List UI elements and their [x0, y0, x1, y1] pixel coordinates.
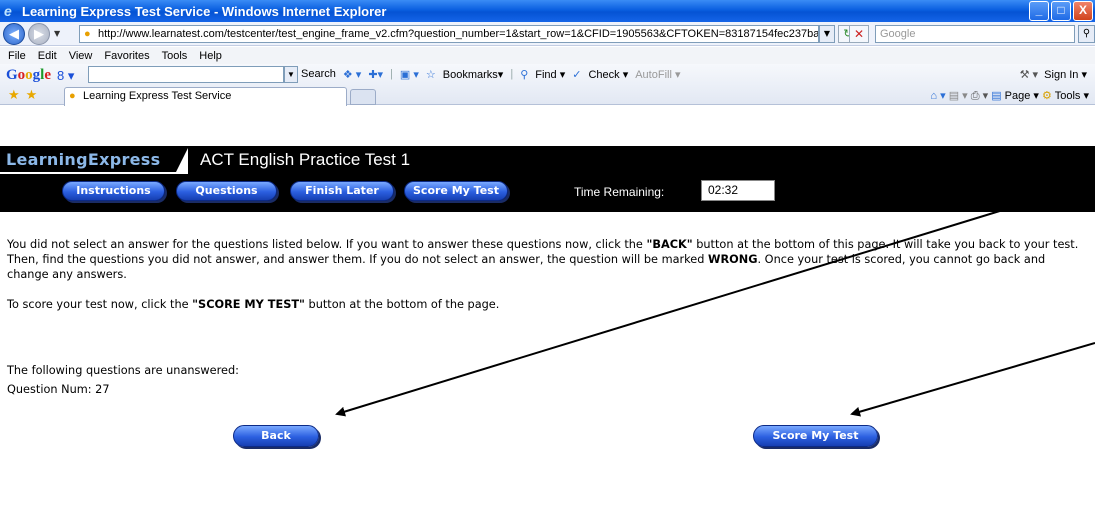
maximize-button[interactable]: □ [1051, 1, 1071, 21]
history-dropdown-icon[interactable]: ▼ [54, 29, 60, 38]
url-dropdown-button[interactable]: ▼ [819, 25, 835, 43]
tab-page-icon: ● [69, 90, 76, 102]
score-my-test-button[interactable]: Score My Test [753, 425, 878, 447]
print-icon[interactable]: ⎙ ▾ [971, 90, 988, 102]
back-nav-button[interactable]: ◀ [3, 22, 25, 45]
instructions-button[interactable]: Instructions [62, 181, 165, 201]
score-instructions: To score your test now, click the "SCORE… [7, 298, 500, 311]
page-icon: ● [84, 28, 91, 40]
ie-logo-icon: e [4, 3, 12, 19]
google-toolbar: Google 8 ▾ ▼ Search ❖ ▾ ✚▾ | ▣ ▾ ☆ Bookm… [0, 64, 1095, 106]
google-logo: Google [6, 67, 52, 83]
bookmark-star-icon: ☆ [425, 69, 436, 81]
feeds-icon[interactable]: ▤ ▾ [949, 90, 968, 102]
url-text: http://www.learnatest.com/testcenter/tes… [98, 28, 819, 40]
sign-in-button[interactable]: Sign In ▾ [1044, 69, 1087, 81]
menu-view[interactable]: View [69, 50, 93, 62]
google-profile-button[interactable]: 8 ▾ [57, 68, 74, 84]
unanswered-instructions: You did not select an answer for the que… [7, 238, 1079, 281]
wrench-icon[interactable]: ⚒ ▾ [1020, 69, 1038, 81]
close-button[interactable]: X [1073, 1, 1093, 21]
window-titlebar: e Learning Express Test Service - Window… [0, 0, 1095, 22]
find-icon: ⚲ [520, 69, 529, 81]
bookmarks-menu[interactable]: Bookmarks▾ [443, 68, 504, 81]
app-header: LearningExpress ACT English Practice Tes… [0, 146, 1095, 212]
finish-later-button[interactable]: Finish Later [290, 181, 394, 201]
minimize-button[interactable]: _ [1029, 1, 1049, 21]
test-title: ACT English Practice Test 1 [200, 150, 411, 169]
home-icon[interactable]: ⌂ ▾ [930, 90, 945, 102]
search-icon[interactable]: ⚲ [1078, 25, 1095, 43]
popup-blocker-icon[interactable]: ▣ ▾ [400, 68, 419, 81]
score-my-test-nav-button[interactable]: Score My Test [404, 181, 508, 201]
forward-nav-button[interactable]: ▶ [28, 22, 50, 45]
time-remaining-label: Time Remaining: [574, 185, 665, 199]
tools-menu[interactable]: Tools ▾ [1055, 90, 1089, 102]
google-search-dropdown[interactable]: ▼ [284, 66, 298, 83]
check-menu[interactable]: Check ▾ [588, 68, 628, 81]
menu-file[interactable]: File [8, 50, 26, 62]
window-controls: _ □ X [1029, 1, 1093, 21]
menu-edit[interactable]: Edit [38, 50, 57, 62]
learningexpress-logo: LearningExpress [6, 150, 161, 169]
tab-label: Learning Express Test Service [83, 90, 232, 102]
menu-tools[interactable]: Tools [162, 50, 188, 62]
questions-button[interactable]: Questions [176, 181, 277, 201]
menu-help[interactable]: Help [199, 50, 222, 62]
spellcheck-icon: ✓ [572, 69, 582, 81]
gadget-icon[interactable]: ❖ ▾ [343, 68, 361, 81]
favorites-star-icon[interactable]: ★★ [8, 87, 43, 103]
url-field[interactable]: ● http://www.learnatest.com/testcenter/t… [79, 25, 819, 43]
add-icon[interactable]: ✚▾ [368, 68, 383, 81]
header-divider-dark [188, 172, 1095, 174]
score-keyword: "SCORE MY TEST" [192, 298, 305, 311]
stop-icon[interactable]: ✕ [849, 25, 869, 43]
page-menu[interactable]: Page ▾ [1005, 90, 1039, 102]
gear-icon: ⚙ [1042, 90, 1052, 102]
unanswered-question-number: Question Num: 27 [7, 383, 110, 396]
autofill-menu[interactable]: AutoFill ▾ [635, 68, 680, 81]
title-tab-shape [176, 148, 188, 172]
window-title: Learning Express Test Service - Windows … [22, 3, 387, 19]
find-menu[interactable]: Find ▾ [535, 68, 565, 81]
menu-favorites[interactable]: Favorites [104, 50, 149, 62]
google-search-button[interactable]: Search [301, 68, 336, 81]
wrong-keyword: WRONG [708, 253, 758, 266]
google-search-input[interactable] [88, 66, 284, 83]
new-tab-button[interactable] [350, 89, 376, 105]
back-button[interactable]: Back [233, 425, 319, 447]
address-bar-row: ◀ ▶ ▼ ● http://www.learnatest.com/testce… [0, 22, 1095, 46]
page-icon: ▤ [991, 90, 1002, 102]
menu-bar: File Edit View Favorites Tools Help [0, 47, 1095, 64]
time-remaining-field: 02:32 [701, 180, 775, 201]
search-input[interactable]: Google [875, 25, 1075, 43]
back-keyword: "BACK" [646, 238, 693, 251]
unanswered-heading: The following questions are unanswered: [7, 364, 239, 377]
tab-learning-express[interactable]: ● Learning Express Test Service [64, 87, 347, 106]
